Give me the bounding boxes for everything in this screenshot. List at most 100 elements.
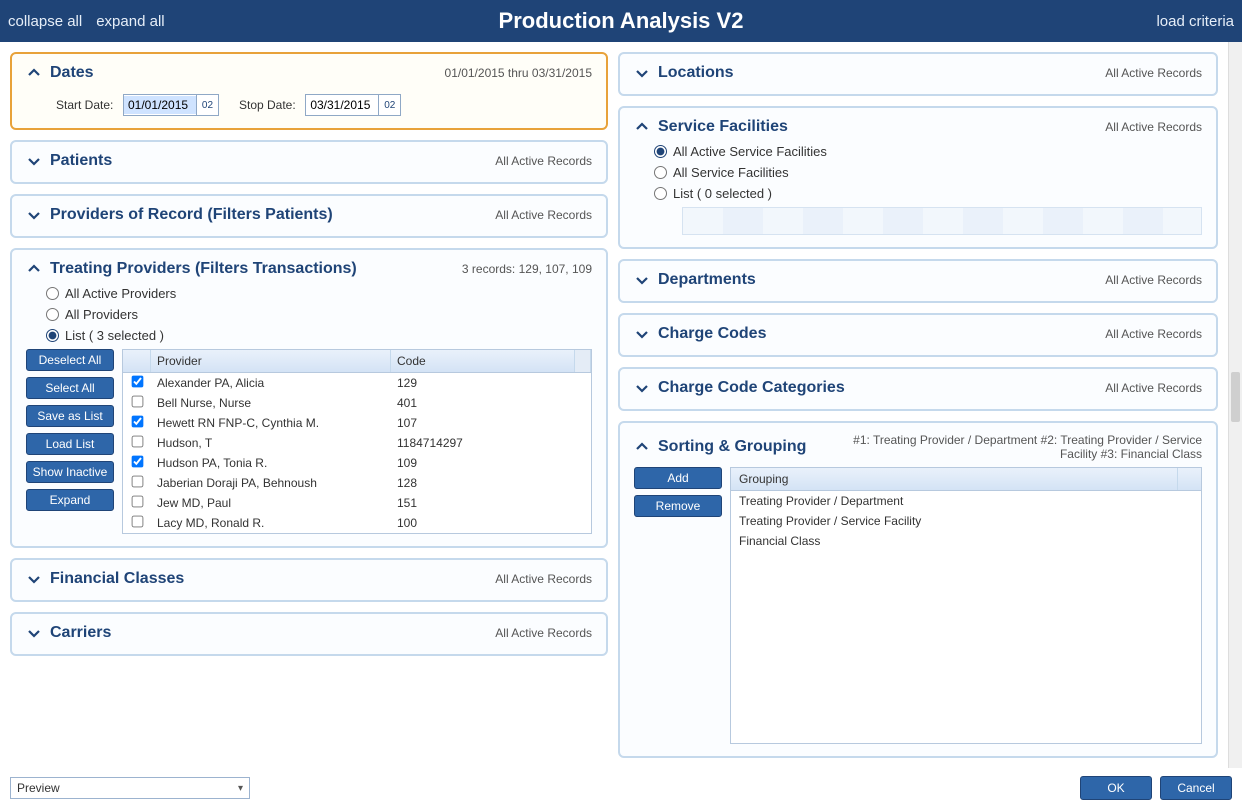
calendar-icon[interactable]: 02	[378, 95, 400, 115]
dropdown-value: Preview	[17, 781, 60, 795]
remove-grouping-button[interactable]: Remove	[634, 495, 722, 517]
chevron-down-icon[interactable]	[26, 153, 42, 169]
radio-label: List ( 0 selected )	[673, 186, 772, 201]
chevron-up-icon[interactable]	[634, 439, 650, 455]
row-checkbox[interactable]	[131, 456, 143, 468]
table-row[interactable]: Hudson, T1184714297	[123, 433, 591, 453]
radio-list-sf[interactable]	[654, 187, 667, 200]
stop-date-label: Stop Date:	[239, 98, 296, 112]
right-column: Locations All Active Records Service Fac…	[618, 52, 1232, 758]
provider-code: 1184714297	[391, 436, 591, 450]
cancel-button[interactable]: Cancel	[1160, 776, 1232, 800]
table-row[interactable]: Alexander PA, Alicia129	[123, 373, 591, 393]
table-row[interactable]: Bell Nurse, Nurse401	[123, 393, 591, 413]
panel-title: Sorting & Grouping	[658, 438, 806, 456]
grouping-item[interactable]: Treating Provider / Department	[731, 491, 1201, 511]
radio-label: All Active Providers	[65, 286, 176, 301]
grouping-item[interactable]: Treating Provider / Service Facility	[731, 511, 1201, 531]
panel-summary: 01/01/2015 thru 03/31/2015	[445, 66, 592, 80]
radio-label: All Active Service Facilities	[673, 144, 827, 159]
panel-treating-providers: Treating Providers (Filters Transactions…	[10, 248, 608, 548]
panel-title: Departments	[658, 271, 756, 289]
provider-code: 107	[391, 416, 591, 430]
grouping-item[interactable]: Financial Class	[731, 531, 1201, 551]
chevron-up-icon[interactable]	[26, 261, 42, 277]
panel-departments: Departments All Active Records	[618, 259, 1218, 303]
deselect-all-button[interactable]: Deselect All	[26, 349, 114, 371]
start-date-input[interactable]	[124, 96, 196, 114]
footer: Preview ▾ OK Cancel	[0, 768, 1242, 808]
radio-list-providers[interactable]	[46, 329, 59, 342]
column-provider[interactable]: Provider	[151, 350, 391, 372]
select-all-button[interactable]: Select All	[26, 377, 114, 399]
chevron-down-icon[interactable]	[26, 625, 42, 641]
panel-charge-codes: Charge Codes All Active Records	[618, 313, 1218, 357]
sf-list-preview[interactable]	[682, 207, 1202, 235]
provider-name: Hudson, T	[151, 436, 391, 450]
panel-summary: All Active Records	[1105, 273, 1202, 287]
radio-label: List ( 3 selected )	[65, 328, 164, 343]
panel-title: Patients	[50, 152, 112, 170]
expand-all-link[interactable]: expand all	[96, 13, 164, 30]
provider-code: 151	[391, 496, 591, 510]
chevron-down-icon[interactable]	[634, 380, 650, 396]
left-column: Dates 01/01/2015 thru 03/31/2015 Start D…	[10, 52, 608, 758]
column-code[interactable]: Code	[391, 350, 575, 372]
radio-all-sf[interactable]	[654, 166, 667, 179]
chevron-down-icon[interactable]	[26, 571, 42, 587]
provider-name: Jew MD, Paul	[151, 496, 391, 510]
row-checkbox[interactable]	[131, 376, 143, 388]
expand-button[interactable]: Expand	[26, 489, 114, 511]
panel-locations: Locations All Active Records	[618, 52, 1218, 96]
panel-title: Financial Classes	[50, 570, 184, 588]
load-list-button[interactable]: Load List	[26, 433, 114, 455]
provider-code: 401	[391, 396, 591, 410]
radio-all-active-providers[interactable]	[46, 287, 59, 300]
stop-date-input[interactable]	[306, 96, 378, 114]
radio-all-providers[interactable]	[46, 308, 59, 321]
row-checkbox[interactable]	[131, 416, 143, 428]
panel-financial-classes: Financial Classes All Active Records	[10, 558, 608, 602]
chevron-up-icon[interactable]	[26, 65, 42, 81]
panel-title: Treating Providers (Filters Transactions…	[50, 260, 357, 278]
panel-title: Providers of Record (Filters Patients)	[50, 206, 333, 224]
provider-name: Alexander PA, Alicia	[151, 376, 391, 390]
save-as-list-button[interactable]: Save as List	[26, 405, 114, 427]
add-grouping-button[interactable]: Add	[634, 467, 722, 489]
row-checkbox[interactable]	[131, 436, 143, 448]
row-checkbox[interactable]	[131, 476, 143, 488]
panel-summary: All Active Records	[495, 572, 592, 586]
panel-patients: Patients All Active Records	[10, 140, 608, 184]
chevron-down-icon[interactable]	[26, 207, 42, 223]
scrollbar-thumb[interactable]	[1231, 372, 1240, 422]
radio-all-active-sf[interactable]	[654, 145, 667, 158]
panel-dates: Dates 01/01/2015 thru 03/31/2015 Start D…	[10, 52, 608, 130]
chevron-down-icon[interactable]	[634, 65, 650, 81]
panel-title: Service Facilities	[658, 118, 788, 136]
calendar-icon[interactable]: 02	[196, 95, 218, 115]
row-checkbox[interactable]	[131, 396, 143, 408]
table-row[interactable]: Hudson PA, Tonia R.109	[123, 453, 591, 473]
panel-title: Dates	[50, 64, 94, 82]
table-row[interactable]: Lacy MD, Ronald R.100	[123, 513, 591, 533]
chevron-down-icon[interactable]	[634, 326, 650, 342]
column-grouping[interactable]: Grouping	[731, 468, 1177, 490]
chevron-down-icon[interactable]	[634, 272, 650, 288]
provider-name: Jaberian Doraji PA, Behnoush	[151, 476, 391, 490]
row-checkbox[interactable]	[131, 496, 143, 508]
panel-summary: All Active Records	[495, 154, 592, 168]
table-row[interactable]: Jew MD, Paul151	[123, 493, 591, 513]
load-criteria-link[interactable]: load criteria	[1156, 13, 1234, 30]
panel-providers-of-record: Providers of Record (Filters Patients) A…	[10, 194, 608, 238]
ok-button[interactable]: OK	[1080, 776, 1152, 800]
chevron-up-icon[interactable]	[634, 119, 650, 135]
table-row[interactable]: Hewett RN FNP-C, Cynthia M.107	[123, 413, 591, 433]
vertical-scrollbar[interactable]	[1228, 42, 1242, 768]
table-row[interactable]: Jaberian Doraji PA, Behnoush128	[123, 473, 591, 493]
collapse-all-link[interactable]: collapse all	[8, 13, 82, 30]
panel-summary: All Active Records	[1105, 66, 1202, 80]
panel-title: Charge Code Categories	[658, 379, 845, 397]
show-inactive-button[interactable]: Show Inactive	[26, 461, 114, 483]
row-checkbox[interactable]	[131, 516, 143, 528]
output-mode-dropdown[interactable]: Preview ▾	[10, 777, 250, 799]
